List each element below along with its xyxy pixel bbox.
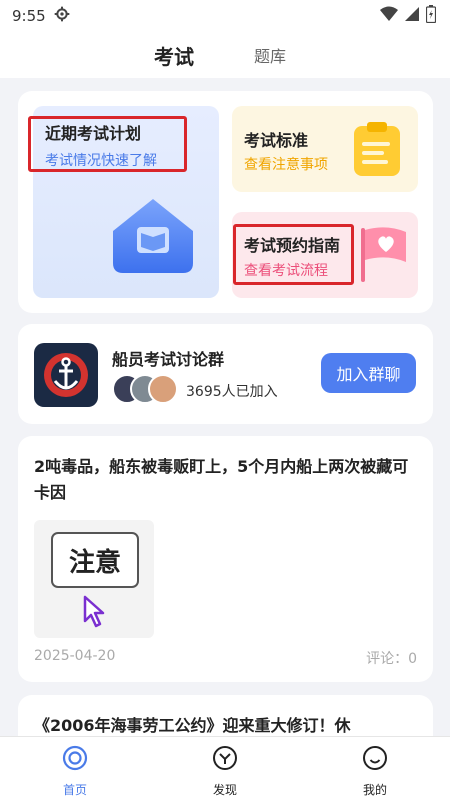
clipboard-icon: [350, 120, 404, 184]
exam-box-icon: [103, 191, 203, 285]
notice-sign: 注意: [51, 532, 139, 588]
nav-home[interactable]: 首页: [0, 737, 150, 800]
anchor-logo-icon: [34, 343, 98, 407]
tab-exam[interactable]: 考试: [154, 41, 194, 70]
news-date: 2025-04-20: [34, 648, 116, 664]
settings-gear-icon: [54, 6, 70, 26]
profile-icon: [362, 745, 388, 775]
exam-standard-subtitle: 查看注意事项: [244, 157, 328, 173]
wifi-icon: [380, 6, 398, 26]
status-left: 9:55: [12, 6, 70, 26]
main-content: 近期考试计划 考试情况快速了解 考试标准 查看注意事项 考试预约指南 查看考试流…: [0, 78, 450, 736]
avatar: [148, 374, 178, 404]
highlight-box-booking-guide: [233, 224, 354, 285]
exam-standard-title: 考试标准: [244, 131, 309, 150]
exam-standard-tile[interactable]: 考试标准 查看注意事项: [232, 106, 418, 192]
join-group-button[interactable]: 加入群聊: [321, 353, 416, 393]
signal-icon: [404, 6, 420, 26]
nav-home-label: 首页: [62, 783, 87, 797]
nav-profile[interactable]: 我的: [300, 737, 450, 800]
nav-discover-label: 发现: [212, 783, 237, 797]
home-icon: [62, 745, 88, 775]
status-bar: 9:55: [0, 0, 450, 32]
member-count: 3695人已加入: [186, 384, 278, 400]
news-title[interactable]: 2吨毒品，船东被毒贩盯上，5个月内船上两次被藏可卡因: [34, 454, 419, 506]
news-title[interactable]: 《2006年海事劳工公约》迎来重大修订！休: [34, 713, 419, 736]
highlight-box-exam-plan: [28, 116, 187, 172]
nav-profile-label: 我的: [362, 783, 387, 797]
group-name: 船员考试讨论群: [112, 350, 225, 369]
nav-discover[interactable]: 发现: [150, 737, 300, 800]
news-card[interactable]: 2吨毒品，船东被毒贩盯上，5个月内船上两次被藏可卡因 注意 2025-04-20…: [18, 436, 433, 682]
news-card[interactable]: 《2006年海事劳工公约》迎来重大修订！休: [18, 695, 433, 736]
discover-icon: [212, 745, 238, 775]
status-time: 9:55: [12, 7, 46, 25]
news-thumbnail[interactable]: 注意: [34, 520, 154, 638]
status-right: [380, 5, 437, 27]
tab-question-bank[interactable]: 题库: [254, 43, 286, 67]
news-comments: 评论：0: [366, 651, 417, 667]
discussion-group-card: 船员考试讨论群 3695人已加入 加入群聊: [18, 324, 433, 424]
mouse-cursor-icon: [82, 595, 106, 633]
heart-flag-icon: [356, 222, 412, 288]
feature-tiles-card: 近期考试计划 考试情况快速了解 考试标准 查看注意事项 考试预约指南 查看考试流…: [18, 91, 433, 313]
top-tabs: 考试 题库: [0, 32, 450, 78]
battery-icon: [425, 5, 437, 27]
member-avatars: [112, 374, 182, 406]
bottom-nav: 首页 发现 我的: [0, 736, 450, 800]
